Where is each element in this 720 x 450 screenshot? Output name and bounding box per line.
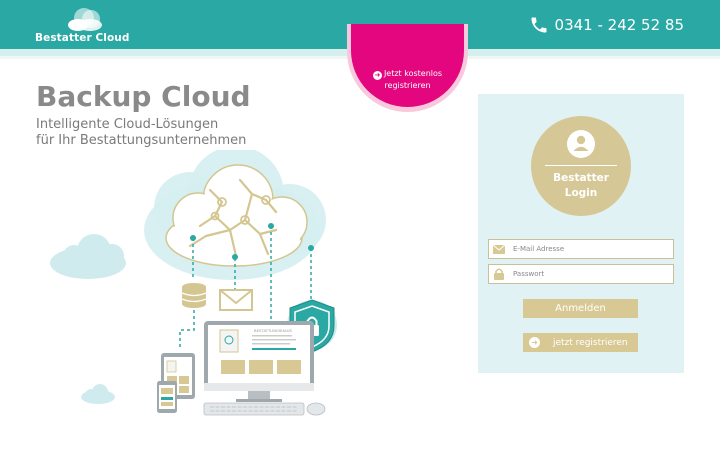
login-panel: Bestatter Login Anmelden <box>478 94 684 373</box>
email-input[interactable] <box>513 241 663 257</box>
monitor-heading: BESTATTUNGSHAUS <box>254 328 293 333</box>
register-badge-line1: Jetzt kostenlos <box>383 69 443 78</box>
email-field[interactable] <box>488 239 674 259</box>
arrow-right-icon: ➜ <box>529 337 540 348</box>
user-icon <box>567 130 595 158</box>
keyboard-icon <box>203 402 305 416</box>
register-badge-line2: registrieren <box>384 81 431 90</box>
register-button-label: jetzt registrieren <box>553 337 628 348</box>
subtitle-line1: Intelligente Cloud-Lösungen <box>36 117 219 132</box>
page-title: Backup Cloud <box>36 80 251 113</box>
logo-text: Bestatter Cloud <box>35 32 130 44</box>
desktop-monitor-icon: BESTATTUNGSHAUS <box>204 321 314 402</box>
phone-contact[interactable]: 0341 - 242 52 85 <box>529 13 684 37</box>
phone-number: 0341 - 242 52 85 <box>554 16 684 34</box>
login-button[interactable]: Anmelden <box>523 299 638 318</box>
arrow-right-icon: ➜ <box>372 71 382 80</box>
phone-icon <box>531 17 547 33</box>
page-subtitle: Intelligente Cloud-Lösungen für Ihr Best… <box>36 117 246 149</box>
lock-icon <box>489 265 509 283</box>
login-title-line1: Bestatter <box>553 172 609 184</box>
logo[interactable]: Bestatter Cloud <box>32 4 129 46</box>
login-title-line2: Login <box>564 187 598 199</box>
cloud-logo-icon <box>68 8 102 31</box>
page: Bestatter Cloud 0341 - 242 52 85 ➜ Jetzt … <box>0 0 720 450</box>
subtitle-line2: für Ihr Bestattungsunternehmen <box>36 133 247 148</box>
decorative-cloud-icon <box>50 234 126 279</box>
login-title: Bestatter Login <box>531 171 631 201</box>
envelope-icon <box>489 240 509 258</box>
database-icon <box>181 283 207 308</box>
mouse-icon <box>306 402 326 416</box>
decorative-small-cloud-icon <box>81 384 115 404</box>
cloud-backup-illustration: BESTATTUNGSHAUS <box>50 150 337 416</box>
avatar-divider <box>545 165 617 166</box>
login-avatar: Bestatter Login <box>531 116 631 216</box>
password-input[interactable] <box>513 266 663 282</box>
register-button[interactable]: ➜ jetzt registrieren <box>523 333 638 352</box>
password-field[interactable] <box>488 264 674 284</box>
smartphone-icon <box>157 381 177 413</box>
mail-icon <box>219 289 253 311</box>
